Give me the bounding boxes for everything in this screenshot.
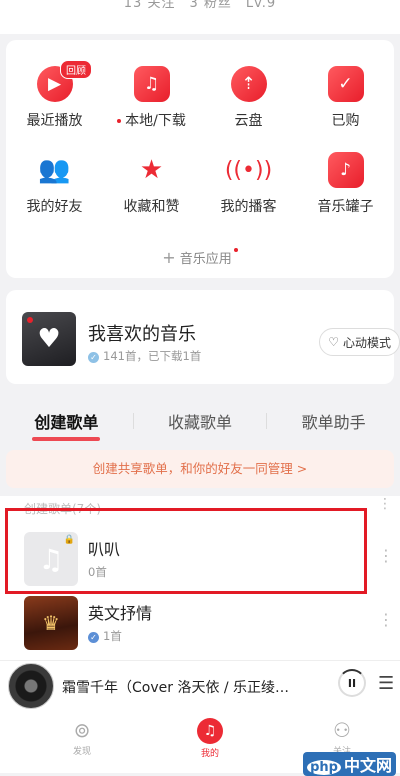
highlight-box (5, 508, 367, 594)
quick-item-label: 云盘 (234, 113, 263, 129)
more-icon[interactable]: ⋮ (378, 610, 394, 629)
nav-mine[interactable]: ♫ 我的 (180, 718, 240, 759)
mini-player[interactable]: 霜雪千年（Cover 洛天依 / 乐正绫… II ☰ (0, 660, 400, 713)
playlist-count: 1首 (103, 629, 122, 643)
quick-item-label: 收藏和赞 (123, 199, 180, 215)
download-box-icon: ♫ (133, 66, 170, 102)
favorite-music-card[interactable]: ♥ 我喜欢的音乐 ✓ 141首，已下载1首 ♡ 心动模式 (6, 290, 400, 384)
quick-item-label: 音乐罐子 (317, 199, 374, 215)
watermark: php 中文网 (303, 752, 396, 776)
quick-access-card: ▶ 回顾 最近播放 ♫ 本地/下载 ⇡ 云盘 ✓ 已购 👥 我的好友 ★ 收藏和… (6, 40, 394, 278)
quick-item-local[interactable]: ♫ 本地/下载 (103, 66, 200, 152)
pause-button[interactable]: II (338, 669, 366, 697)
watermark-text: 中文网 (343, 756, 392, 775)
album-disc (8, 663, 54, 709)
tab-assistant[interactable]: 歌单助手 (267, 409, 400, 433)
playlist-cover: ♛ (24, 596, 78, 650)
music-apps-label: 音乐应用 (179, 252, 232, 267)
heart-icon: ♥ (37, 324, 61, 354)
nav-label: 我的 (200, 749, 219, 759)
heart-mode-label: 心动模式 (342, 335, 391, 350)
check-icon: ✓ (88, 352, 99, 363)
tab-collected[interactable]: 收藏歌单 (134, 409, 267, 433)
favorite-title: 我喜欢的音乐 (88, 324, 196, 345)
heart-mode-button[interactable]: ♡ 心动模式 (319, 328, 400, 356)
playlist-queue-icon[interactable]: ☰ (378, 673, 394, 694)
music-note-icon: ♫ (197, 718, 223, 744)
check-icon: ✓ (88, 632, 99, 643)
netease-logo-icon: ⊚ (73, 718, 91, 742)
quick-item-music-jar[interactable]: ♪ 音乐罐子 (297, 152, 394, 238)
more-icon[interactable]: ⋮ (378, 496, 392, 512)
profile-stats: 13 关注 3 粉丝 Lv.9 (123, 0, 277, 11)
follow-person-icon: ⚇ (333, 718, 351, 742)
nav-discover[interactable]: ⊚ 发现 (52, 718, 112, 757)
quick-item-label: 已购 (331, 113, 360, 129)
quick-item-label: 我的播客 (220, 199, 277, 215)
quick-item-podcast[interactable]: ((•)) 我的播客 (200, 152, 297, 238)
purchased-bag-icon: ✓ (327, 66, 364, 102)
shared-playlist-banner[interactable]: 创建共享歌单，和你的好友一同管理 > (6, 450, 394, 488)
nav-label: 发现 (72, 747, 91, 757)
quick-item-label: 本地/下载 (125, 113, 186, 129)
quick-item-label: 最近播放 (26, 113, 83, 129)
now-playing-title: 霜雪千年（Cover 洛天依 / 乐正绫… (62, 680, 290, 696)
friends-icon: 👥 (38, 155, 71, 185)
review-badge: 回顾 (60, 60, 92, 79)
broadcast-icon: ((•)) (224, 157, 273, 183)
playlist-tabs: 创建歌单 收藏歌单 歌单助手 (0, 398, 400, 444)
music-jar-icon: ♪ (327, 152, 364, 188)
music-apps-link[interactable]: + 音乐应用 (6, 248, 394, 267)
playlist-row[interactable]: ♛ 英文抒情 ✓ 1首 ⋮ (0, 596, 400, 660)
more-icon[interactable]: ⋮ (378, 546, 394, 565)
quick-item-collections[interactable]: ★ 收藏和赞 (103, 152, 200, 238)
heart-outline-icon: ♡ (328, 335, 339, 349)
plus-icon: + (162, 248, 176, 267)
quick-item-purchased[interactable]: ✓ 已购 (297, 66, 394, 152)
profile-stats-strip: 13 关注 3 粉丝 Lv.9 (0, 0, 400, 34)
new-dot (233, 248, 238, 252)
new-dot (117, 119, 122, 123)
playlist-title: 英文抒情 (88, 604, 153, 623)
artwork-icon: ♛ (42, 611, 60, 635)
quick-item-friends[interactable]: 👥 我的好友 (6, 152, 103, 238)
cloud-upload-icon: ⇡ (230, 66, 267, 102)
quick-item-label: 我的好友 (26, 199, 83, 215)
star-icon: ★ (139, 155, 164, 185)
favorite-subtitle: 141首，已下载1首 (103, 349, 202, 363)
pause-icon: II (347, 677, 357, 690)
tab-created[interactable]: 创建歌单 (0, 409, 133, 441)
quick-item-recent[interactable]: ▶ 回顾 最近播放 (6, 60, 103, 152)
quick-item-cloud[interactable]: ⇡ 云盘 (200, 66, 297, 152)
favorite-cover: ♥ (22, 312, 76, 366)
